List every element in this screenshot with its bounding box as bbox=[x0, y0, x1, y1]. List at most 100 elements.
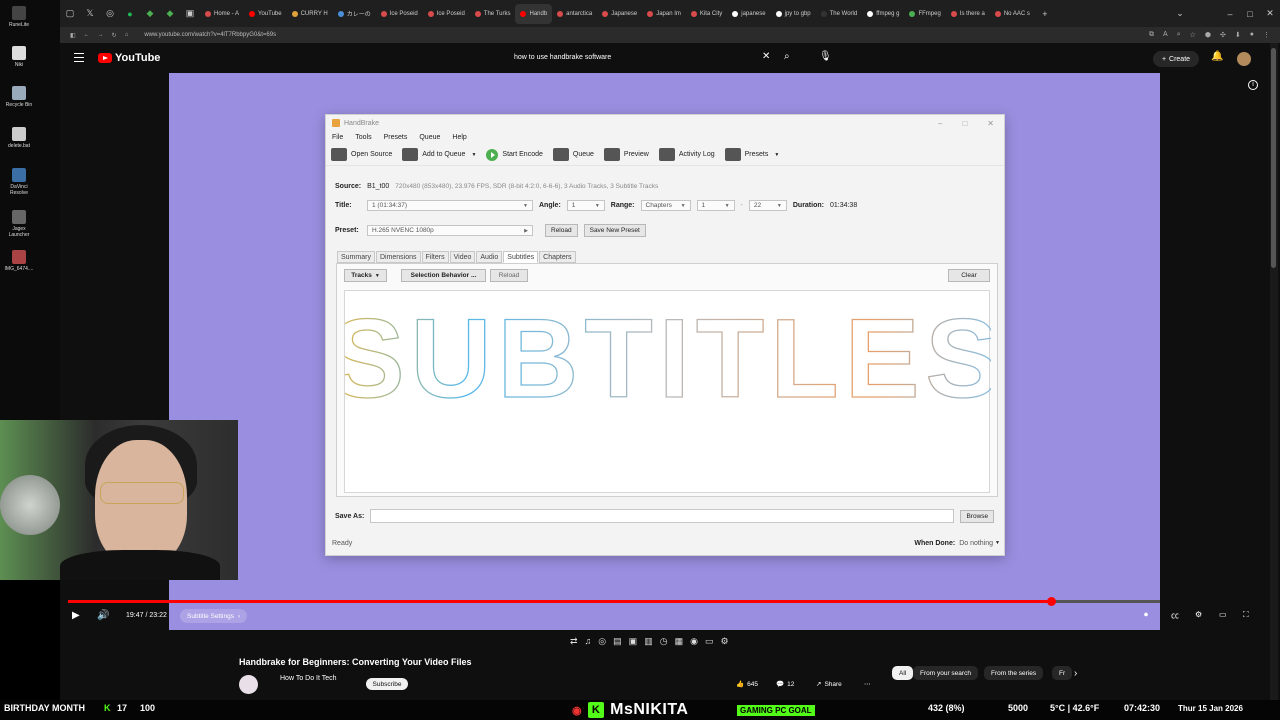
channel-name[interactable]: How To Do It Tech bbox=[280, 675, 337, 682]
subscribe-button[interactable]: Subscribe bbox=[366, 678, 408, 690]
gear-icon[interactable]: ⚙ bbox=[720, 636, 728, 647]
browser-tab[interactable]: カレーの bbox=[333, 4, 376, 24]
miniplayer-icon[interactable]: ▭ bbox=[1219, 610, 1227, 619]
create-button[interactable]: + Create bbox=[1153, 51, 1199, 67]
search-icon[interactable]: ⌕ bbox=[784, 51, 790, 62]
menu-presets[interactable]: Presets bbox=[384, 134, 408, 141]
loop-icon[interactable]: ⇄ bbox=[570, 636, 578, 647]
browser-tab[interactable]: japanese bbox=[727, 4, 770, 24]
hb-close-icon[interactable]: ✕ bbox=[987, 119, 994, 128]
menu-queue[interactable]: Queue bbox=[419, 134, 440, 141]
panel-reload-button[interactable]: Reload bbox=[490, 269, 528, 282]
tab-audio[interactable]: Audio bbox=[476, 251, 503, 263]
chip-from-your-search[interactable]: From your search bbox=[913, 666, 978, 680]
browser-tab[interactable]: jpy to gbp bbox=[771, 4, 816, 24]
start-encode-button[interactable]: Start Encode bbox=[486, 148, 543, 161]
minimize-icon[interactable]: – bbox=[1220, 9, 1240, 19]
angle-select[interactable]: 1 ▼ bbox=[566, 200, 605, 211]
more-actions-icon[interactable]: ⋯ bbox=[864, 677, 871, 691]
chip-all[interactable]: All bbox=[892, 666, 914, 680]
camera-icon[interactable]: ◉ bbox=[690, 636, 698, 647]
browser-tab[interactable]: CURRY H bbox=[287, 4, 333, 24]
youtube-logo[interactable]: YouTube bbox=[98, 52, 160, 64]
clear-button[interactable]: Clear bbox=[948, 269, 990, 282]
browse-button[interactable]: Browse bbox=[960, 509, 995, 523]
browser-tab[interactable]: Handb bbox=[515, 3, 553, 24]
microphone-icon[interactable]: 🎙 bbox=[819, 51, 832, 62]
scrubber-handle[interactable] bbox=[1046, 597, 1056, 606]
desktop-icon-delete-bat[interactable]: delete.bat bbox=[4, 127, 34, 149]
save-as-field[interactable] bbox=[370, 509, 955, 523]
captions-icon[interactable]: ㏄ bbox=[1171, 610, 1179, 621]
reload-icon[interactable]: ↻ bbox=[112, 32, 117, 39]
activity-log-button[interactable]: Activity Log bbox=[658, 148, 715, 161]
tab-search-icon[interactable]: ⌄ bbox=[1170, 8, 1190, 19]
autoplay-toggle[interactable]: ⏺ bbox=[1144, 610, 1148, 620]
x-icon[interactable]: 𝕏 bbox=[80, 8, 100, 19]
selection-behavior-button[interactable]: Selection Behavior ... bbox=[401, 269, 486, 282]
back-icon[interactable]: ← bbox=[84, 32, 90, 38]
share-button[interactable]: ↗ Share bbox=[816, 677, 842, 691]
like-button[interactable]: 👍 645 bbox=[736, 677, 758, 691]
browser-tab[interactable]: Home - A bbox=[200, 4, 244, 24]
timer-icon[interactable]: ◷ bbox=[660, 636, 668, 647]
chevron-right-icon[interactable]: › bbox=[1074, 666, 1077, 680]
desktop-icon-recycle-bin[interactable]: Recycle Bin bbox=[4, 86, 34, 108]
hb-minimize-icon[interactable]: – bbox=[938, 119, 942, 128]
keyboard-icon[interactable]: ▭ bbox=[705, 636, 714, 647]
range-type-select[interactable]: Chapters ▼ bbox=[640, 200, 691, 211]
film-icon[interactable]: ▥ bbox=[644, 636, 653, 647]
url-field[interactable]: www.youtube.com/watch?v=4lT7RbbpyG0&t=69… bbox=[144, 32, 276, 38]
settings-icon[interactable]: ⚙ bbox=[1195, 610, 1202, 619]
when-done-select[interactable]: Do nothing bbox=[959, 540, 993, 547]
browser-tab[interactable]: Is there a bbox=[946, 4, 990, 24]
browser-tab[interactable]: antarctica bbox=[552, 4, 597, 24]
hb-maximize-icon[interactable]: □ bbox=[962, 119, 967, 128]
audio-icon[interactable]: ♫ bbox=[585, 636, 592, 647]
tab-actions-icon[interactable]: ▢ bbox=[60, 8, 80, 19]
tab-chapters[interactable]: Chapters bbox=[539, 251, 576, 263]
clip-icon[interactable]: ▤ bbox=[613, 636, 622, 647]
notifications-icon[interactable]: 🔔 bbox=[1211, 51, 1223, 62]
desktop-icon-davinci[interactable]: DaVinci Resolve bbox=[4, 168, 34, 196]
browser-tab[interactable]: ffmpeg g bbox=[862, 4, 904, 24]
grid-icon[interactable]: ▦ bbox=[675, 636, 684, 647]
browser-tab[interactable]: Ice Poseid bbox=[423, 4, 470, 24]
speed-icon[interactable]: ◎ bbox=[598, 636, 606, 647]
comments-button[interactable]: 💬 12 bbox=[776, 677, 794, 691]
browser-tab[interactable]: Japan Im bbox=[642, 4, 686, 24]
spotify-icon[interactable]: ● bbox=[120, 9, 140, 19]
desktop-icon-img[interactable]: IMG_6474.... bbox=[4, 250, 34, 272]
volume-icon[interactable]: 🔊 bbox=[97, 610, 109, 621]
instagram-icon[interactable]: ◎ bbox=[100, 8, 120, 19]
title-select[interactable]: 1 (01:34:37) ▼ bbox=[367, 200, 533, 211]
desktop-icon-jagex[interactable]: Jagex Launcher bbox=[4, 210, 34, 238]
tab-dimensions[interactable]: Dimensions bbox=[375, 251, 421, 263]
browser-tab[interactable]: The Turks bbox=[470, 4, 516, 24]
subtitle-track-list[interactable]: SUBTITLES bbox=[329, 290, 1001, 493]
pinned-tab-icon[interactable]: ◆ bbox=[140, 8, 160, 19]
page-scrollbar[interactable] bbox=[1270, 43, 1278, 700]
browser-tab[interactable]: No AAC s bbox=[990, 4, 1035, 24]
hamburger-menu-icon[interactable] bbox=[74, 53, 84, 62]
fullscreen-icon[interactable]: ⛶ bbox=[1243, 610, 1249, 620]
chapter-button[interactable]: Subtitle Settings › bbox=[180, 609, 248, 623]
account-avatar[interactable] bbox=[1237, 52, 1251, 66]
frame-icon[interactable]: ▣ bbox=[629, 636, 638, 647]
play-icon[interactable]: ▶ bbox=[72, 610, 80, 621]
search-input[interactable]: how to use handbrake software bbox=[508, 50, 778, 68]
add-to-queue-button[interactable]: Add to Queue ▼ bbox=[402, 148, 476, 161]
scrollbar-thumb[interactable] bbox=[1271, 48, 1276, 268]
download-icon[interactable]: ⬇ bbox=[1235, 31, 1241, 39]
home-icon[interactable]: ⌂ bbox=[125, 32, 129, 38]
browser-tab[interactable]: YouTube bbox=[244, 4, 287, 24]
pinned-tab-icon-2[interactable]: ◆ bbox=[160, 8, 180, 19]
clear-search-icon[interactable]: ✕ bbox=[762, 51, 770, 62]
preview-button[interactable]: Preview bbox=[603, 148, 649, 161]
menu-tools[interactable]: Tools bbox=[355, 134, 371, 141]
video-progress-bar[interactable] bbox=[68, 597, 1160, 606]
desktop-icon-runelite[interactable]: RuneLite bbox=[4, 6, 34, 28]
info-icon[interactable]: i bbox=[1248, 80, 1258, 90]
preset-select[interactable]: H.265 NVENC 1080p ▶ bbox=[367, 225, 533, 236]
extensions-icon[interactable]: ✣ bbox=[1220, 31, 1226, 39]
